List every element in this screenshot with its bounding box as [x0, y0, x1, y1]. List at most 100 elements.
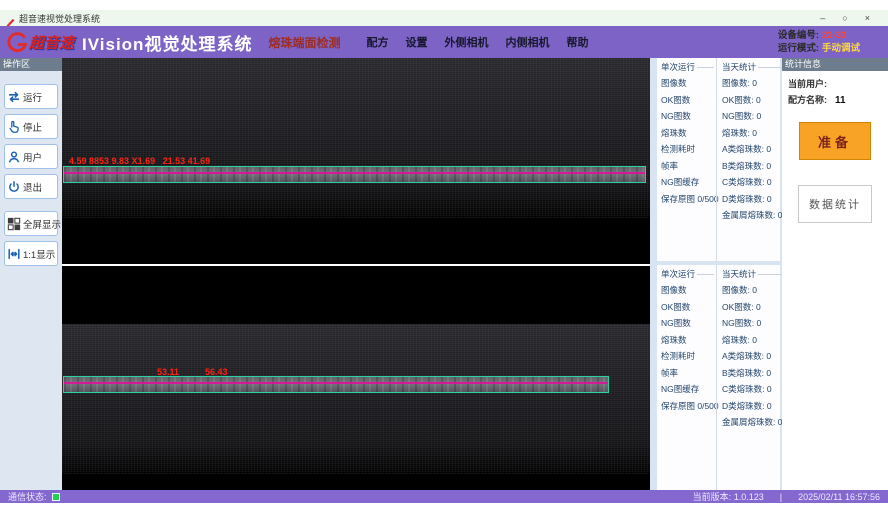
stop-hand-icon — [7, 120, 21, 134]
close-button[interactable]: × — [865, 10, 870, 26]
stat-row: 图像数: 0 — [722, 282, 782, 299]
stat-row: 保存原图 0/500 — [661, 398, 714, 415]
outer-camera-viewport: 4.59 8853 9.83 X1.69 21.53 41.69 — [62, 58, 653, 264]
stats-group-title: 单次运行 — [661, 61, 695, 73]
menu-item-outer-camera[interactable]: 外侧相机 — [444, 34, 488, 50]
comm-status-label: 通信状态: — [8, 490, 47, 503]
fullscreen-grid-icon — [7, 217, 21, 231]
datetime-value: 2025/02/11 16:57:56 — [798, 492, 880, 502]
stats-group-title: 单次运行 — [661, 268, 695, 280]
app-logo-icon — [6, 14, 15, 23]
sidebar-button-fullscreen[interactable]: 全屏显示 — [4, 211, 58, 236]
exit-power-icon — [7, 180, 21, 194]
stat-row: NG图数 — [661, 315, 714, 332]
group-rule — [697, 67, 714, 68]
stat-row: OK图数: 0 — [722, 299, 782, 316]
stat-row: 图像数 — [661, 75, 714, 92]
recipe-name-label: 配方名称: — [788, 95, 827, 105]
menu-item-settings[interactable]: 设置 — [405, 34, 427, 50]
version-value: 1.0.123 — [734, 492, 764, 502]
minimize-button[interactable]: – — [820, 10, 825, 26]
stat-row: 图像数: 0 — [722, 75, 782, 92]
stat-row: C类熔珠数: 0 — [722, 174, 782, 191]
prepare-button[interactable]: 准备 — [799, 122, 871, 160]
stats-group-title: 当天统计 — [722, 268, 756, 280]
app-subtitle: 熔珠端面检测 — [268, 34, 340, 51]
sidebar-button-label: 退出 — [23, 180, 42, 194]
group-rule — [697, 274, 714, 275]
app-header: 超音速 IVision视觉处理系统 熔珠端面检测 配方设置外侧相机内侧相机帮助 … — [0, 26, 888, 58]
measure-line — [64, 382, 608, 384]
stat-row: OK图数 — [661, 299, 714, 316]
window-titlebar: 超音速视觉处理系统 – ○ × — [0, 10, 888, 26]
device-number-value: 22-33 — [822, 30, 846, 41]
user-icon — [7, 150, 21, 164]
device-number-label: 设备编号: — [778, 30, 819, 41]
stat-row: 熔珠数 — [661, 125, 714, 142]
stat-row: 检测耗时 — [661, 348, 714, 365]
stats-panel-outer: 单次运行图像数OK图数NG图数熔珠数检测耗时帧率NG图缓存保存原图 0/500当… — [657, 58, 780, 261]
operation-sidebar: 操作区 运行停止用户退出全屏显示 1:1显示 — [0, 58, 62, 490]
menu-item-help[interactable]: 帮助 — [566, 34, 588, 50]
inner-camera-viewport: 53.11 56.43 — [62, 266, 653, 490]
recipe-name-value: 11 — [835, 95, 846, 106]
logo-swirl-icon — [6, 31, 28, 53]
stats-panel-inner: 单次运行图像数OK图数NG图数熔珠数检测耗时帧率NG图缓存保存原图 0/500当… — [657, 265, 780, 490]
stat-row: 金属屑熔珠数: 0 — [722, 207, 782, 224]
stat-row: 保存原图 0/500 — [661, 191, 714, 208]
stat-row: NG图缓存 — [661, 381, 714, 398]
status-bar: 通信状态: 当前版本: 1.0.123 | 2025/02/11 16:57:5… — [0, 490, 888, 503]
stat-row: NG图数: 0 — [722, 108, 782, 125]
sidebar-button-label: 1:1显示 — [23, 247, 55, 261]
stat-row: A类熔珠数: 0 — [722, 141, 782, 158]
stat-row: OK图数: 0 — [722, 92, 782, 109]
menu-item-recipe[interactable]: 配方 — [366, 34, 388, 50]
camera-image-texture — [62, 58, 653, 218]
data-statistics-button[interactable]: 数据统计 — [798, 185, 872, 223]
stat-row: C类熔珠数: 0 — [722, 381, 782, 398]
right-region: 单次运行图像数OK图数NG图数熔珠数检测耗时帧率NG图缓存保存原图 0/500当… — [650, 58, 888, 490]
sidebar-button-one-to-one[interactable]: 1:1显示 — [4, 241, 58, 266]
run-cycle-icon — [7, 90, 21, 104]
stat-row: 检测耗时 — [661, 141, 714, 158]
device-info-block: 设备编号:22-33 运行模式:手动调试 — [778, 29, 860, 55]
stat-row: 图像数 — [661, 282, 714, 299]
sidebar-button-label: 用户 — [23, 150, 42, 164]
main-menu: 配方 设置 外侧相机 内侧相机 帮助 — [366, 34, 588, 50]
one-to-one-icon — [7, 247, 21, 261]
stat-row: A类熔珠数: 0 — [722, 348, 782, 365]
maximize-button[interactable]: ○ — [842, 10, 847, 26]
measure-line — [64, 172, 645, 174]
sidebar-button-label: 全屏显示 — [23, 217, 61, 231]
sidebar-button-exit[interactable]: 退出 — [4, 174, 58, 199]
status-separator: | — [780, 492, 782, 502]
stat-row: 金属屑熔珠数: 0 — [722, 414, 782, 431]
sidebar-button-run[interactable]: 运行 — [4, 84, 58, 109]
stat-row: B类熔珠数: 0 — [722, 158, 782, 175]
sidebar-header: 操作区 — [0, 58, 62, 71]
run-mode-value: 手动调试 — [822, 43, 860, 54]
sidebar-button-user[interactable]: 用户 — [4, 144, 58, 169]
brand-name: 超音速 — [29, 32, 74, 53]
stat-row: D类熔珠数: 0 — [722, 191, 782, 208]
brand-logo: 超音速 — [6, 31, 74, 53]
sidebar-button-stop[interactable]: 停止 — [4, 114, 58, 139]
camera-image-texture — [62, 324, 653, 474]
menu-item-inner-camera[interactable]: 内侧相机 — [505, 34, 549, 50]
stat-row: 熔珠数: 0 — [722, 125, 782, 142]
sidebar-button-label: 运行 — [23, 90, 42, 104]
current-user-label: 当前用户: — [788, 79, 827, 89]
stat-row: 帧率 — [661, 158, 714, 175]
window-title: 超音速视觉处理系统 — [19, 12, 100, 25]
info-panel-header: 统计信息 — [782, 58, 888, 71]
stats-group-title: 当天统计 — [722, 61, 756, 73]
stat-row: 帧率 — [661, 365, 714, 382]
stat-row: OK图数 — [661, 92, 714, 109]
stat-row: NG图数 — [661, 108, 714, 125]
run-mode-label: 运行模式: — [778, 43, 819, 54]
sidebar-button-label: 停止 — [23, 120, 42, 134]
group-rule — [758, 274, 782, 275]
comm-status-indicator — [52, 493, 60, 501]
stat-row: D类熔珠数: 0 — [722, 398, 782, 415]
stat-row: 熔珠数: 0 — [722, 332, 782, 349]
